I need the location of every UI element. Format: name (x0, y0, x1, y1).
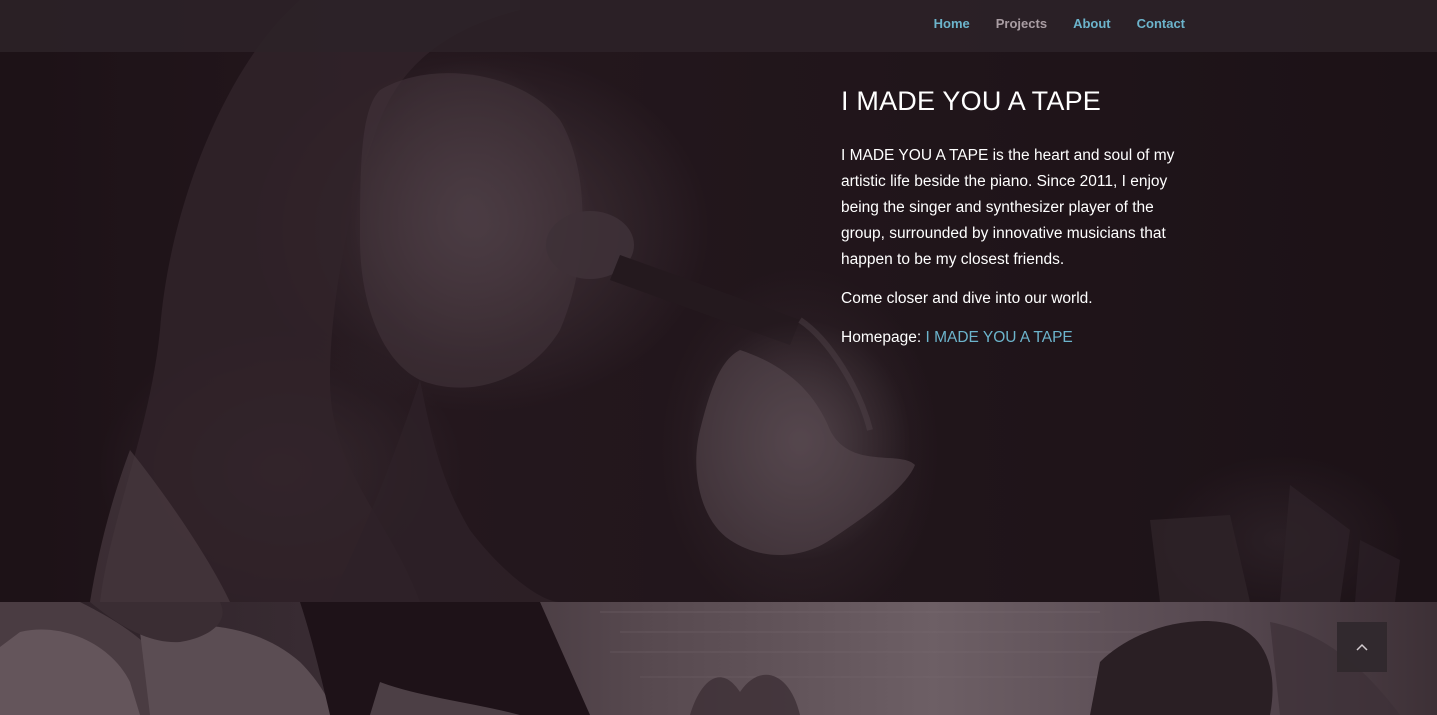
lower-section (0, 602, 1437, 715)
lower-background-photo (0, 602, 1400, 715)
page: I MADE YOU A TAPE I MADE YOU A TAPE is t… (0, 0, 1437, 715)
nav-contact-link[interactable]: Contact (1137, 16, 1185, 31)
top-navbar: Home Projects About Contact (0, 0, 1437, 52)
nav-menu: Home Projects About Contact (934, 16, 1185, 31)
hero-content: I MADE YOU A TAPE I MADE YOU A TAPE is t… (841, 86, 1176, 364)
homepage-link[interactable]: I MADE YOU A TAPE (925, 329, 1072, 346)
hero-background-photo (0, 0, 1437, 602)
hero-section: I MADE YOU A TAPE I MADE YOU A TAPE is t… (0, 0, 1437, 602)
chevron-up-icon (1356, 643, 1368, 651)
nav-about-link[interactable]: About (1073, 16, 1111, 31)
nav-projects-link[interactable]: Projects (996, 16, 1047, 31)
hero-title: I MADE YOU A TAPE (841, 86, 1101, 116)
hero-invitation: Come closer and dive into our world. (841, 290, 1093, 307)
hero-homepage-line: Homepage: I MADE YOU A TAPE (841, 325, 1176, 351)
scroll-to-top-button[interactable] (1337, 622, 1387, 672)
homepage-label: Homepage: (841, 329, 926, 346)
nav-home-link[interactable]: Home (934, 16, 970, 31)
hero-description: I MADE YOU A TAPE is the heart and soul … (841, 147, 1175, 268)
